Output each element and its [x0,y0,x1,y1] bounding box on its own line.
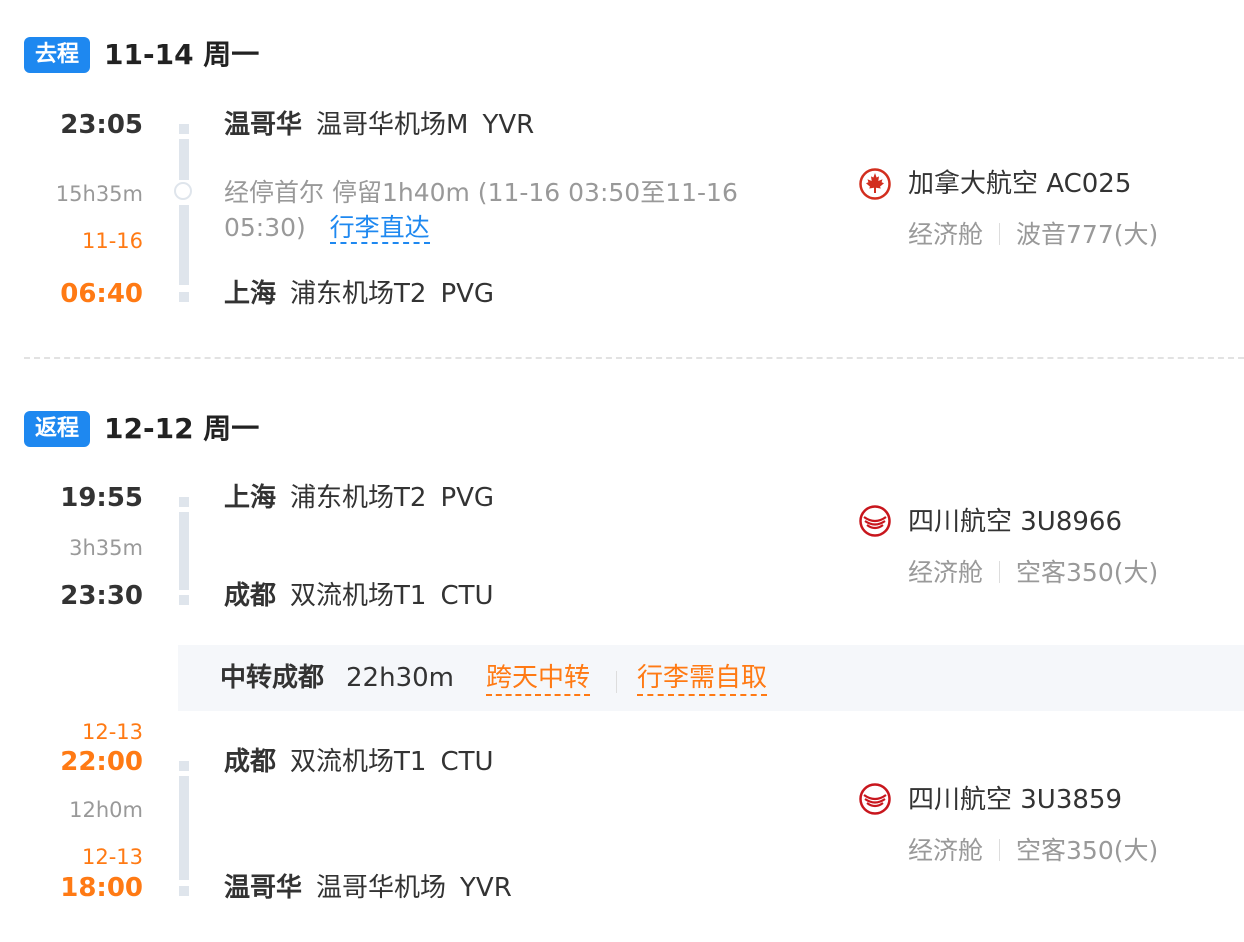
leg2-duration: 12h0m [69,798,143,822]
separator [999,839,1001,861]
outbound-cabin-info: 经济舱 波音777(大) [908,219,1158,251]
timeline-line [179,512,189,590]
leg1-duration: 3h35m [69,536,143,560]
departure-airport: 双流机场T1 [290,747,427,777]
departure-city: 成都 [224,747,277,777]
leg2-dep-date: 12-13 [81,720,143,744]
section-divider [24,357,1244,359]
leg2-airline: 四川航空 3U3859 [908,785,1123,815]
leg2-arr-date: 12-13 [81,845,143,869]
overnight-transfer-tag[interactable]: 跨天中转 [486,662,591,696]
departure-code: YVR [482,110,535,140]
timeline-line [179,139,189,180]
separator [999,223,1001,245]
stopover-info: 经停首尔 停留1h40m (11-16 03:50至11-16 05:30) 行… [224,175,794,245]
baggage-through-link[interactable]: 行李直达 [329,213,430,244]
outbound-departure: 温哥华 温哥华机场M YVR [224,109,534,141]
outbound-date: 11-14 周一 [104,38,260,71]
arrival-city: 成都 [224,581,277,611]
transfer-city: 中转成都 [220,663,325,693]
arrival-code: YVR [460,873,512,903]
outbound-badge: 去程 [24,37,90,73]
leg1-arrival: 成都 双流机场T1 CTU [224,580,494,612]
leg1-arr-time: 23:30 [60,581,143,611]
arrival-airport: 浦东机场T2 [290,279,427,309]
cabin-class: 经济舱 [908,558,984,587]
timeline-start-marker [179,124,189,134]
stopover-text: 经停首尔 停留1h40m (11-16 03:50至11-16 05:30) [224,178,738,242]
cabin-class: 经济舱 [908,220,984,249]
arrival-city: 上海 [224,279,277,309]
aircanada-logo-icon [859,168,891,200]
aircraft-type: 空客350(大) [1016,836,1159,865]
leg2-arr-time: 18:00 [60,873,143,903]
separator [616,671,617,693]
outbound-arr-time: 06:40 [60,279,143,309]
arrival-code: CTU [440,581,494,611]
leg2-cabin-info: 经济舱 空客350(大) [908,835,1158,867]
leg1-airline: 四川航空 3U8966 [908,507,1123,537]
leg2-departure: 成都 双流机场T1 CTU [224,746,494,778]
leg1-departure: 上海 浦东机场T2 PVG [224,482,494,514]
aircraft-type: 波音777(大) [1016,220,1159,249]
departure-code: PVG [440,483,495,513]
cabin-class: 经济舱 [908,836,984,865]
timeline-line [179,205,189,285]
transfer-duration: 22h30m [346,663,454,693]
arrival-airport: 温哥华机场 [316,873,447,903]
departure-code: CTU [440,747,494,777]
leg1-cabin-info: 经济舱 空客350(大) [908,557,1158,589]
separator [999,561,1001,583]
outbound-duration: 15h35m [55,182,143,206]
arrival-airport: 双流机场T1 [290,581,427,611]
sichuan-airlines-logo-icon [859,505,891,537]
arrival-city: 温哥华 [224,873,303,903]
arrival-code: PVG [440,279,495,309]
outbound-dep-time: 23:05 [60,110,143,140]
leg2-arrival: 温哥华 温哥华机场 YVR [224,872,512,904]
aircraft-type: 空客350(大) [1016,558,1159,587]
baggage-pickup-tag[interactable]: 行李需自取 [637,662,768,696]
timeline-start-marker [179,761,189,771]
timeline-stop-dot [174,182,192,200]
outbound-arr-date: 11-16 [81,229,143,253]
return-date: 12-12 周一 [104,412,260,445]
timeline-start-marker [179,497,189,507]
transfer-info: 中转成都 22h30m 跨天中转 行李需自取 [178,645,1244,711]
timeline-end-marker [179,595,189,605]
departure-city: 温哥华 [224,110,303,140]
outbound-airline: 加拿大航空 AC025 [908,169,1132,199]
timeline-line [179,776,189,880]
leg2-dep-time: 22:00 [60,747,143,777]
outbound-arrival: 上海 浦东机场T2 PVG [224,278,494,310]
timeline-end-marker [179,886,189,896]
leg1-dep-time: 19:55 [60,483,143,513]
departure-city: 上海 [224,483,277,513]
sichuan-airlines-logo-icon [859,783,891,815]
departure-airport: 浦东机场T2 [290,483,427,513]
departure-airport: 温哥华机场M [316,110,469,140]
timeline-end-marker [179,292,189,302]
return-badge: 返程 [24,411,90,447]
